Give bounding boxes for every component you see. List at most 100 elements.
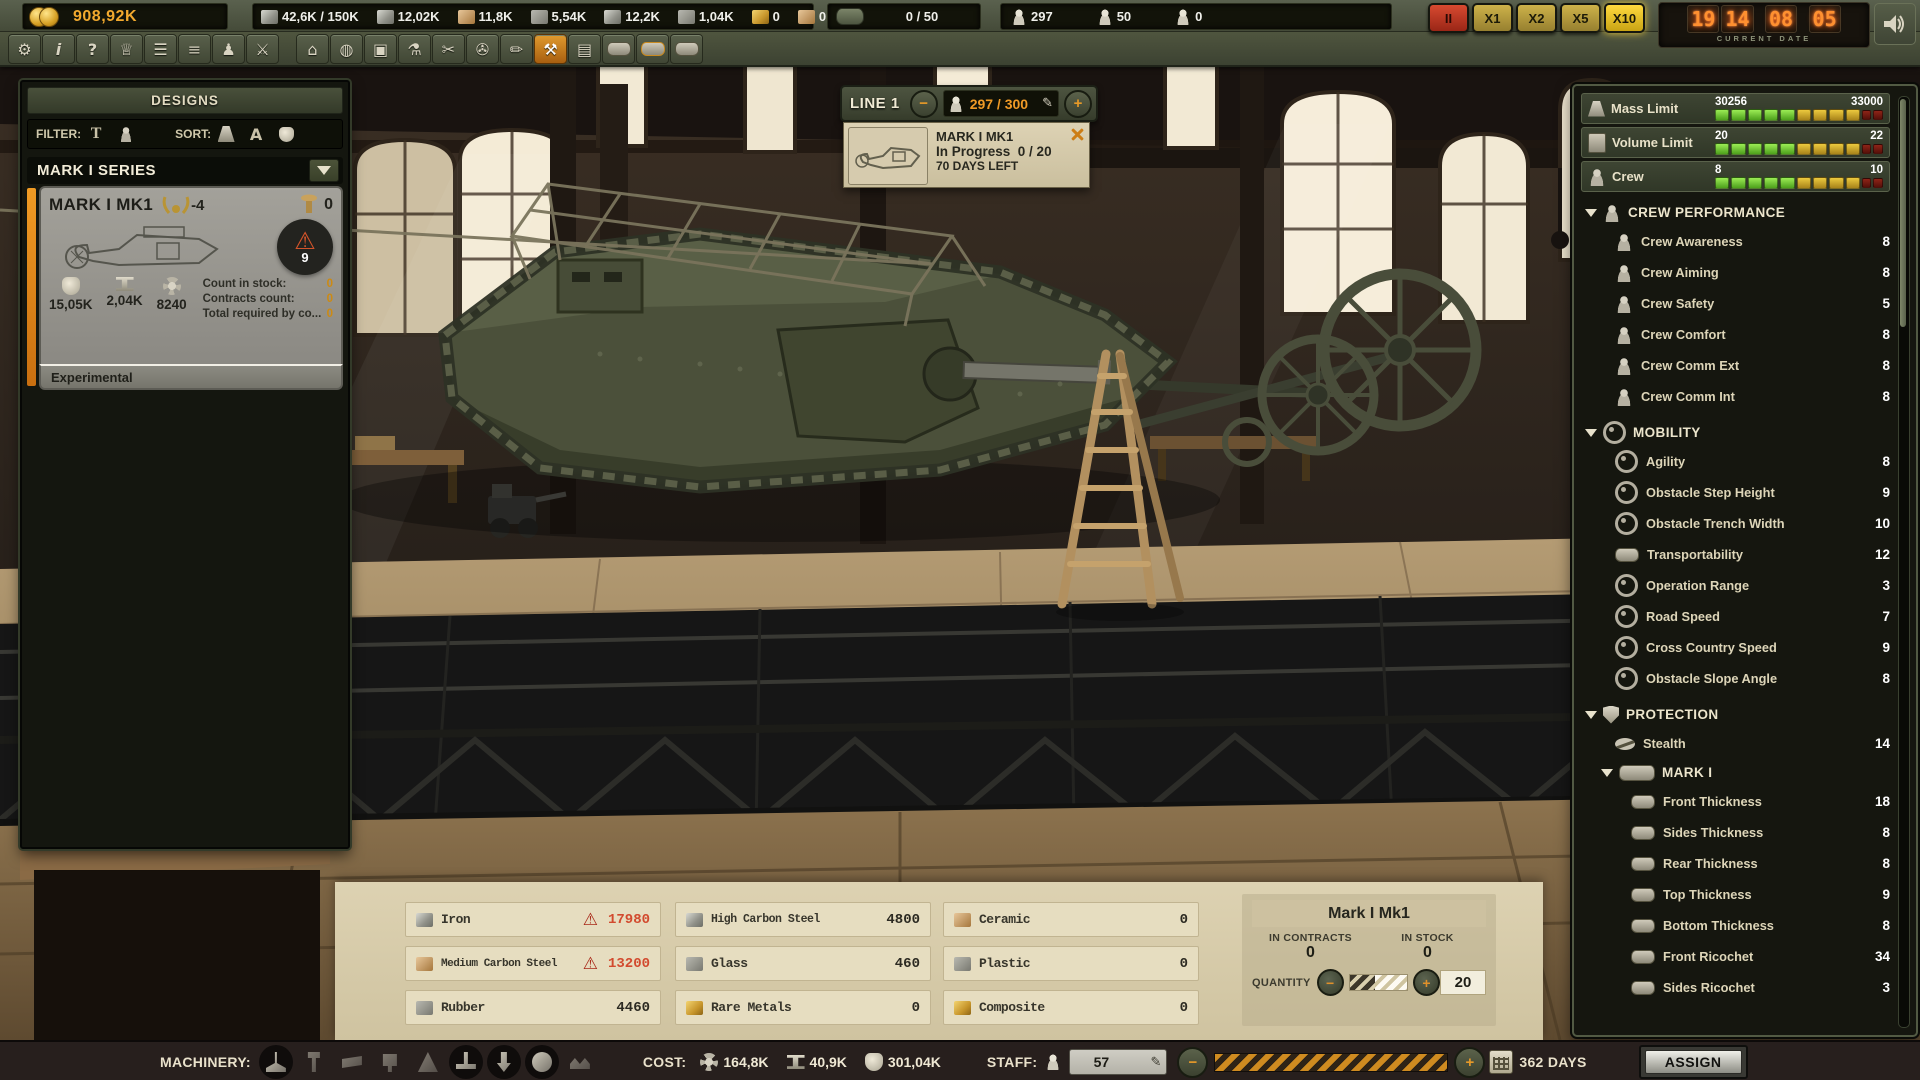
material-ceramic-row: Ceramic 0 — [943, 902, 1199, 937]
material-glass-row: Glass 460 — [675, 946, 931, 981]
stat-icon — [1631, 888, 1655, 902]
machine-laser-cutter-icon[interactable] — [259, 1045, 293, 1079]
series-collapse-button[interactable] — [309, 159, 339, 182]
fuel-icon — [458, 10, 475, 24]
sort-weight-button[interactable] — [213, 123, 239, 145]
info-button[interactable]: i — [42, 34, 75, 64]
in-contracts-block: IN CONTRACTS 0 — [1252, 932, 1369, 962]
pause-button[interactable]: II — [1428, 3, 1469, 33]
line-remove-staff-button[interactable] — [910, 90, 938, 118]
series-name: MARK I SERIES — [37, 162, 156, 179]
design-warnings-badge[interactable]: ⚠ 9 — [277, 219, 333, 275]
material-high-carbon-steel-row: High Carbon Steel 4800 — [675, 902, 931, 937]
designs-panel-title: DESIGNS — [27, 87, 343, 114]
order-title: Mark I Mk1 — [1252, 900, 1486, 927]
staff-icon — [1045, 1054, 1061, 1070]
stat-road-speed: Road Speed7 — [1581, 601, 1890, 632]
material-plastic-row: Plastic 0 — [943, 946, 1199, 981]
news-speaker-button[interactable] — [1874, 3, 1916, 45]
section-protection[interactable]: PROTECTION — [1581, 701, 1890, 728]
sort-alpha-button[interactable]: A — [243, 123, 269, 145]
tank-count-display: 0 / 50 — [827, 3, 981, 30]
service-button[interactable]: ✇ — [466, 34, 499, 64]
machine-paint-icon[interactable] — [411, 1045, 445, 1079]
design-cost-steel: 2,04K — [107, 277, 143, 322]
speed-x1-button[interactable]: X1 — [1472, 3, 1513, 33]
section-crew-performance[interactable]: CREW PERFORMANCE — [1581, 199, 1890, 226]
subsection-mark-i[interactable]: MARK I — [1581, 759, 1890, 786]
edit-staff-icon[interactable]: ✎ — [1042, 96, 1053, 111]
military-button[interactable]: ⚔ — [246, 34, 279, 64]
quantity-minus-button[interactable] — [1317, 969, 1344, 996]
filter-type-button[interactable]: T — [83, 123, 109, 145]
iron-icon — [377, 10, 394, 24]
stats-scrollbar-thumb[interactable] — [1900, 99, 1906, 327]
staff-minus-button[interactable] — [1177, 1047, 1208, 1078]
production-hammer-button[interactable]: ⚒ — [534, 34, 567, 64]
quantity-slider[interactable] — [1349, 974, 1408, 991]
glass-icon — [686, 957, 703, 971]
machine-press-icon[interactable] — [449, 1045, 483, 1079]
series-header-mark-i[interactable]: MARK I SERIES — [27, 157, 343, 184]
stat-icon — [1615, 450, 1638, 473]
material-rubber-row: Rubber 4460 — [405, 990, 661, 1025]
repair-button[interactable]: ✂ — [432, 34, 465, 64]
section-label: PROTECTION — [1626, 707, 1719, 722]
quantity-plus-button[interactable] — [1413, 969, 1440, 996]
staff-value-field[interactable] — [1070, 1053, 1132, 1071]
help-button[interactable]: ? — [76, 34, 109, 64]
line-add-staff-button[interactable] — [1064, 90, 1092, 118]
machine-drill-icon[interactable] — [487, 1045, 521, 1079]
tank-armor-button[interactable] — [636, 34, 669, 64]
machine-saw-icon[interactable] — [525, 1045, 559, 1079]
staff-allocation-slider[interactable] — [1214, 1053, 1448, 1072]
speed-x2-button[interactable]: X2 — [1516, 3, 1557, 33]
staff-plus-button[interactable] — [1454, 1047, 1485, 1078]
speed-x10-button[interactable]: X10 — [1604, 3, 1645, 33]
steel-stock-icon — [261, 10, 278, 24]
stats-scrollbar[interactable] — [1898, 96, 1910, 1028]
edit-staff-icon[interactable]: ✎ — [1150, 1055, 1161, 1070]
tank-assembly-button[interactable] — [602, 34, 635, 64]
stat-front-thickness: Front Thickness18 — [1581, 786, 1890, 817]
reports-button[interactable]: ≡ — [178, 34, 211, 64]
filter-blueprint-button[interactable] — [113, 123, 139, 145]
queue-item-days-left: 70 DAYS LEFT — [936, 159, 1052, 173]
assign-button[interactable]: ASSIGN — [1639, 1045, 1748, 1079]
cost-parts: 164,8K — [700, 1053, 768, 1071]
tank-protection-button[interactable] — [670, 34, 703, 64]
machine-lathe-icon[interactable] — [335, 1045, 369, 1079]
fuel-value: 11,8K — [479, 9, 513, 24]
factory-button[interactable]: ⌂ — [296, 34, 329, 64]
business-button[interactable]: ▣ — [364, 34, 397, 64]
intelligence-button[interactable]: ♟ — [212, 34, 245, 64]
production-queue-item[interactable]: MARK I MK1 In Progress 0 / 20 70 DAYS LE… — [843, 122, 1090, 188]
machine-drill-press-icon[interactable] — [297, 1045, 331, 1079]
design-blueprint-sketch — [49, 219, 239, 275]
machine-welder-icon[interactable] — [373, 1045, 407, 1079]
settings-button[interactable]: ⚙ — [8, 34, 41, 64]
achievements-button[interactable]: ♕ — [110, 34, 143, 64]
section-mobility[interactable]: MOBILITY — [1581, 419, 1890, 446]
weapons-button[interactable]: ▤ — [568, 34, 601, 64]
queue-item-status: In Progress — [936, 144, 1010, 159]
money-bag-icon — [62, 277, 80, 295]
cancel-production-icon[interactable] — [1070, 127, 1084, 141]
sort-cost-button[interactable] — [273, 123, 299, 145]
in-contracts-label: IN CONTRACTS — [1252, 932, 1369, 944]
date-day-drum: 05 — [1809, 5, 1841, 33]
machine-bender-icon[interactable] — [563, 1045, 597, 1079]
design-tools-button[interactable]: ✏ — [500, 34, 533, 64]
line-staff-value: 297 / 300 — [970, 96, 1028, 112]
staff-input[interactable]: ✎ — [1069, 1049, 1167, 1075]
research-button[interactable]: ⚗ — [398, 34, 431, 64]
gear-icon — [163, 277, 181, 295]
newspaper-button[interactable]: ☰ — [144, 34, 177, 64]
speaker-icon — [1884, 15, 1906, 33]
material-medium-carbon-steel-row: Medium Carbon Steel ⚠ 13200 — [405, 946, 661, 981]
design-card-mark-i-mk1[interactable]: MARK I MK1 -4 0 — [27, 186, 343, 392]
stat-icon — [1615, 512, 1638, 535]
speed-x5-button[interactable]: X5 — [1560, 3, 1601, 33]
design-name: MARK I MK1 — [49, 195, 153, 215]
world-map-button[interactable]: ◍ — [330, 34, 363, 64]
